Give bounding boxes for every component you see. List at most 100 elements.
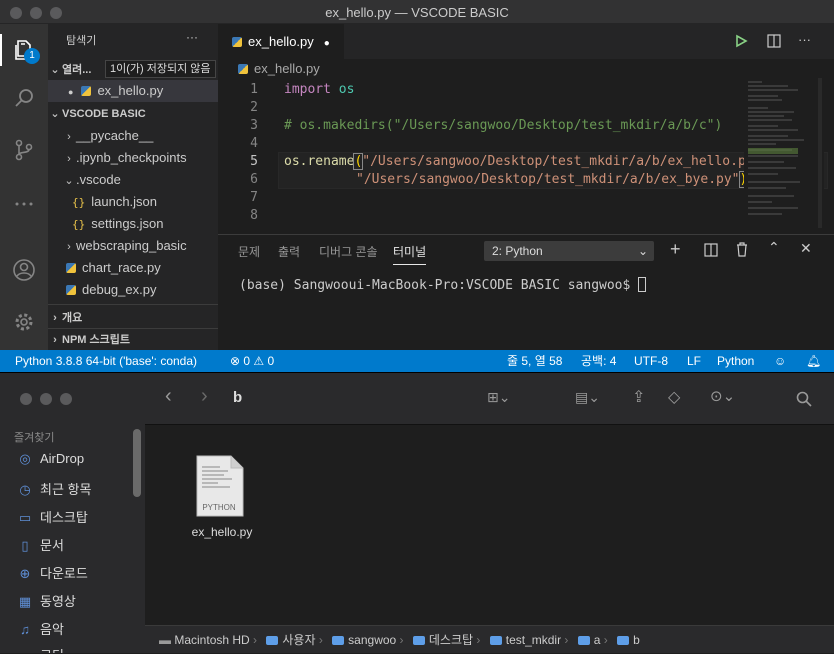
sidebar-item-music[interactable]: ♫ 음악	[18, 619, 64, 638]
back-button[interactable]: ‹	[165, 385, 172, 408]
dirty-dot-icon: ●	[68, 87, 74, 97]
sidebar-item-airdrop[interactable]: ◎ AirDrop	[18, 451, 84, 467]
status-interpreter[interactable]: Python 3.8.8 64-bit ('base': conda)	[15, 350, 197, 372]
tree-item-ipynb-checkpoints[interactable]: › .ipynb_checkpoints	[48, 147, 218, 169]
sidebar-item-downloads[interactable]: ⊕ 다운로드	[18, 563, 88, 582]
tree-item-vscode-folder[interactable]: ⌄ .vscode	[48, 169, 218, 191]
status-spaces[interactable]: 공백: 4	[581, 350, 616, 372]
tab-debug-console[interactable]: 디버그 콘솔	[319, 243, 378, 260]
notifications-bell-icon[interactable]: 🔔︎	[806, 350, 821, 372]
chevron-right-icon: ›	[53, 312, 57, 324]
split-editor-icon[interactable]	[767, 34, 781, 48]
activity-bar: 1	[0, 24, 48, 350]
account-icon[interactable]	[12, 258, 36, 282]
view-grid-icon[interactable]: ⊞⌄	[487, 389, 510, 406]
sidebar-scrollbar[interactable]	[133, 429, 141, 497]
status-problems[interactable]: ⊗ 0 ⚠ 0	[230, 350, 274, 372]
tab-terminal[interactable]: 터미널	[393, 243, 427, 265]
file-item[interactable]: PYTHON ex_hello.py	[187, 455, 257, 555]
editor-more-button[interactable]: ···	[798, 32, 811, 47]
breadcrumb[interactable]: ex_hello.py	[238, 61, 320, 76]
json-file-icon: {}	[72, 196, 86, 209]
json-file-icon: {}	[72, 218, 86, 231]
download-icon: ⊕	[19, 566, 31, 581]
chevron-right-icon: ›	[67, 153, 71, 165]
code-line-6[interactable]: "/Users/sangwoo/Desktop/test_mkdir/a/b/e…	[356, 171, 749, 188]
path-item[interactable]: b	[633, 633, 640, 647]
sidebar-item-desktop[interactable]: ▭ 데스크탑	[18, 507, 88, 526]
folder-icon	[412, 636, 425, 645]
workspace-section[interactable]: ⌄ VSCODE BASIC	[48, 103, 218, 125]
run-icon[interactable]	[734, 34, 748, 48]
explorer-more-button[interactable]: ···	[186, 30, 198, 44]
source-control-icon[interactable]	[12, 138, 36, 162]
share-icon[interactable]: ⇪	[632, 387, 645, 407]
terminal-output[interactable]: (base) Sangwooui-MacBook-Pro:VSCODE BASI…	[239, 277, 647, 293]
airdrop-icon: ◎	[19, 451, 31, 466]
line-number: 4	[250, 136, 258, 151]
code-line-5[interactable]: os.rename("/Users/sangwoo/Desktop/test_m…	[284, 153, 769, 170]
path-item[interactable]: sangwoo	[348, 633, 396, 647]
tree-item-chart-race[interactable]: chart_race.py	[48, 257, 218, 279]
status-language[interactable]: Python	[717, 350, 754, 372]
tree-item-settings-json[interactable]: {} settings.json	[48, 213, 218, 235]
split-terminal-icon[interactable]	[704, 243, 718, 257]
sidebar-item-movies[interactable]: ▦ 동영상	[18, 591, 76, 610]
close-panel-icon[interactable]: ✕	[800, 240, 812, 257]
status-eol[interactable]: LF	[687, 350, 701, 372]
open-editor-item[interactable]: ● ex_hello.py	[48, 80, 218, 102]
unsaved-tooltip: 1이(가) 저장되지 않음	[105, 60, 216, 78]
dirty-dot-icon[interactable]: ●	[324, 38, 330, 49]
tab-ex-hello[interactable]: ex_hello.py ●	[218, 24, 344, 59]
code-line-3[interactable]: # os.makedirs("/Users/sangwoo/Desktop/te…	[284, 118, 722, 133]
feedback-icon[interactable]: ☺	[774, 350, 786, 372]
folder-icon	[577, 636, 590, 645]
group-icon[interactable]: ▤⌄	[575, 389, 600, 406]
status-encoding[interactable]: UTF-8	[634, 350, 668, 372]
python-file-icon	[238, 64, 248, 74]
tree-item-pycache[interactable]: › __pycache__	[48, 125, 218, 147]
trash-icon[interactable]	[735, 242, 749, 257]
tree-item-launch-json[interactable]: {} launch.json	[48, 191, 218, 213]
zoom-window-button[interactable]	[60, 393, 72, 405]
tab-problems[interactable]: 문제	[238, 243, 260, 260]
path-item[interactable]: 데스크탑	[429, 633, 473, 647]
new-terminal-icon[interactable]: +	[670, 239, 681, 260]
search-icon[interactable]	[12, 86, 36, 110]
tab-output[interactable]: 출력	[278, 243, 300, 260]
path-bar: ▬ Macintosh HD › 사용자 › sangwoo › 데스크탑 › …	[145, 625, 834, 653]
outline-section[interactable]: › 개요	[48, 307, 218, 329]
tag-icon[interactable]: ◇	[668, 387, 680, 407]
chevron-right-icon: ›	[53, 334, 57, 346]
forward-button[interactable]: ›	[201, 385, 208, 408]
line-number: 5	[250, 154, 258, 169]
finder-toolbar: ‹ › b ⊞⌄ ▤⌄ ⇪ ◇ ⊙⌄	[145, 373, 834, 425]
action-more-icon[interactable]: ⊙⌄	[710, 387, 735, 405]
folder-icon	[266, 636, 279, 645]
status-position[interactable]: 줄 5, 열 58	[507, 350, 562, 372]
more-actions-icon[interactable]	[12, 192, 36, 216]
sidebar-item-documents[interactable]: ▯ 문서	[18, 535, 64, 554]
maximize-panel-icon[interactable]: ⌃	[768, 239, 780, 256]
chevron-down-icon: ⌄	[637, 244, 648, 258]
minimize-window-button[interactable]	[40, 393, 52, 405]
unsaved-badge: 1	[24, 48, 40, 64]
minimap[interactable]	[744, 78, 824, 228]
tree-item-debug-ex[interactable]: debug_ex.py	[48, 279, 218, 301]
terminal-select[interactable]: 2: Python ⌄	[484, 241, 654, 261]
bottom-panel: 문제 출력 디버그 콘솔 터미널 2: Python ⌄ + ⌃ ✕ (base)…	[218, 234, 834, 350]
close-window-button[interactable]	[20, 393, 32, 405]
finder-content: PYTHON ex_hello.py	[145, 425, 834, 625]
path-item[interactable]: 사용자	[282, 633, 315, 647]
line-number: 3	[250, 118, 258, 133]
chevron-down-icon: ⌄	[50, 108, 60, 120]
sidebar-item-recents[interactable]: ◷ 최근 항목	[18, 479, 91, 498]
settings-gear-icon[interactable]	[12, 310, 36, 334]
path-item[interactable]: Macintosh HD	[174, 633, 249, 647]
search-icon[interactable]	[796, 391, 812, 407]
music-icon: ♫	[20, 622, 30, 637]
path-item[interactable]: test_mkdir	[506, 633, 561, 647]
tree-item-webscraping-basic[interactable]: › webscraping_basic	[48, 235, 218, 257]
npm-scripts-section[interactable]: › NPM 스크립트	[48, 329, 218, 351]
code-line-1[interactable]: import os	[284, 82, 354, 97]
